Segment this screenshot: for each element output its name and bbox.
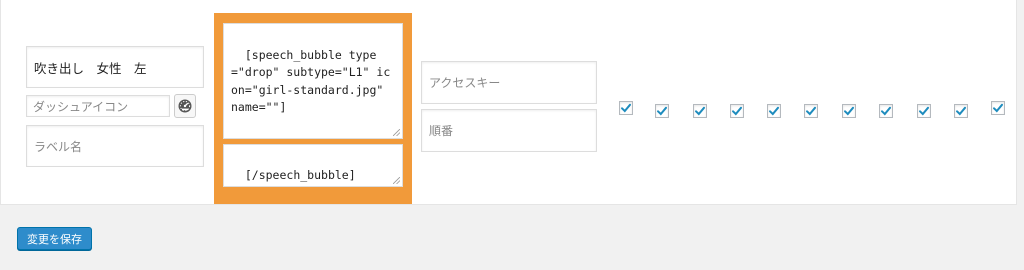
open-tag-text: [speech_bubble type="drop" subtype="L1" … bbox=[231, 47, 391, 115]
row-checkbox[interactable] bbox=[804, 104, 818, 118]
dashicon-placeholder: ダッシュアイコン bbox=[33, 99, 129, 114]
row-checkbox[interactable] bbox=[767, 104, 781, 118]
label-input[interactable]: ラベル名 bbox=[26, 125, 204, 167]
order-placeholder: 順番 bbox=[429, 124, 454, 138]
row-checkbox[interactable] bbox=[619, 101, 633, 115]
title-field[interactable]: 吹き出し 女性 左 bbox=[26, 46, 204, 88]
row-checkbox[interactable] bbox=[991, 101, 1005, 115]
checkmark-icon bbox=[657, 106, 667, 116]
open-tag-textarea[interactable]: [speech_bubble type="drop" subtype="L1" … bbox=[223, 23, 403, 139]
checkmark-icon bbox=[621, 103, 631, 113]
resize-grip-icon[interactable] bbox=[393, 129, 400, 136]
row-checkbox[interactable] bbox=[879, 104, 893, 118]
close-tag-text: [/speech_bubble] bbox=[244, 167, 356, 182]
label-placeholder: ラベル名 bbox=[34, 139, 83, 154]
checkmark-icon bbox=[881, 106, 891, 116]
dashboard-gauge-icon bbox=[178, 99, 192, 113]
row-checkbox[interactable] bbox=[655, 104, 669, 118]
checkmark-icon bbox=[956, 106, 966, 116]
checkmark-icon bbox=[919, 106, 929, 116]
checkmark-icon bbox=[732, 106, 742, 116]
save-changes-button[interactable]: 変更を保存 bbox=[17, 227, 92, 250]
accesskey-input[interactable]: アクセスキー bbox=[421, 61, 597, 104]
order-input[interactable]: 順番 bbox=[421, 109, 597, 152]
row-checkbox[interactable] bbox=[917, 104, 931, 118]
accesskey-placeholder: アクセスキー bbox=[429, 76, 501, 90]
checkmark-icon bbox=[695, 106, 705, 116]
checkmark-icon bbox=[769, 106, 779, 116]
title-value: 吹き出し 女性 左 bbox=[34, 60, 147, 76]
dashicon-picker-button[interactable] bbox=[174, 94, 196, 118]
dashicon-input[interactable]: ダッシュアイコン bbox=[26, 95, 170, 117]
checkmark-icon bbox=[993, 103, 1003, 113]
checkmark-icon bbox=[844, 106, 854, 116]
save-button-label: 変更を保存 bbox=[27, 232, 82, 246]
row-checkbox[interactable] bbox=[842, 104, 856, 118]
row-checkbox[interactable] bbox=[730, 104, 744, 118]
resize-grip-icon[interactable] bbox=[393, 177, 400, 184]
row-checkbox[interactable] bbox=[693, 104, 707, 118]
close-tag-textarea[interactable]: [/speech_bubble] bbox=[223, 144, 403, 187]
checkmark-icon bbox=[806, 106, 816, 116]
row-checkbox[interactable] bbox=[954, 104, 968, 118]
